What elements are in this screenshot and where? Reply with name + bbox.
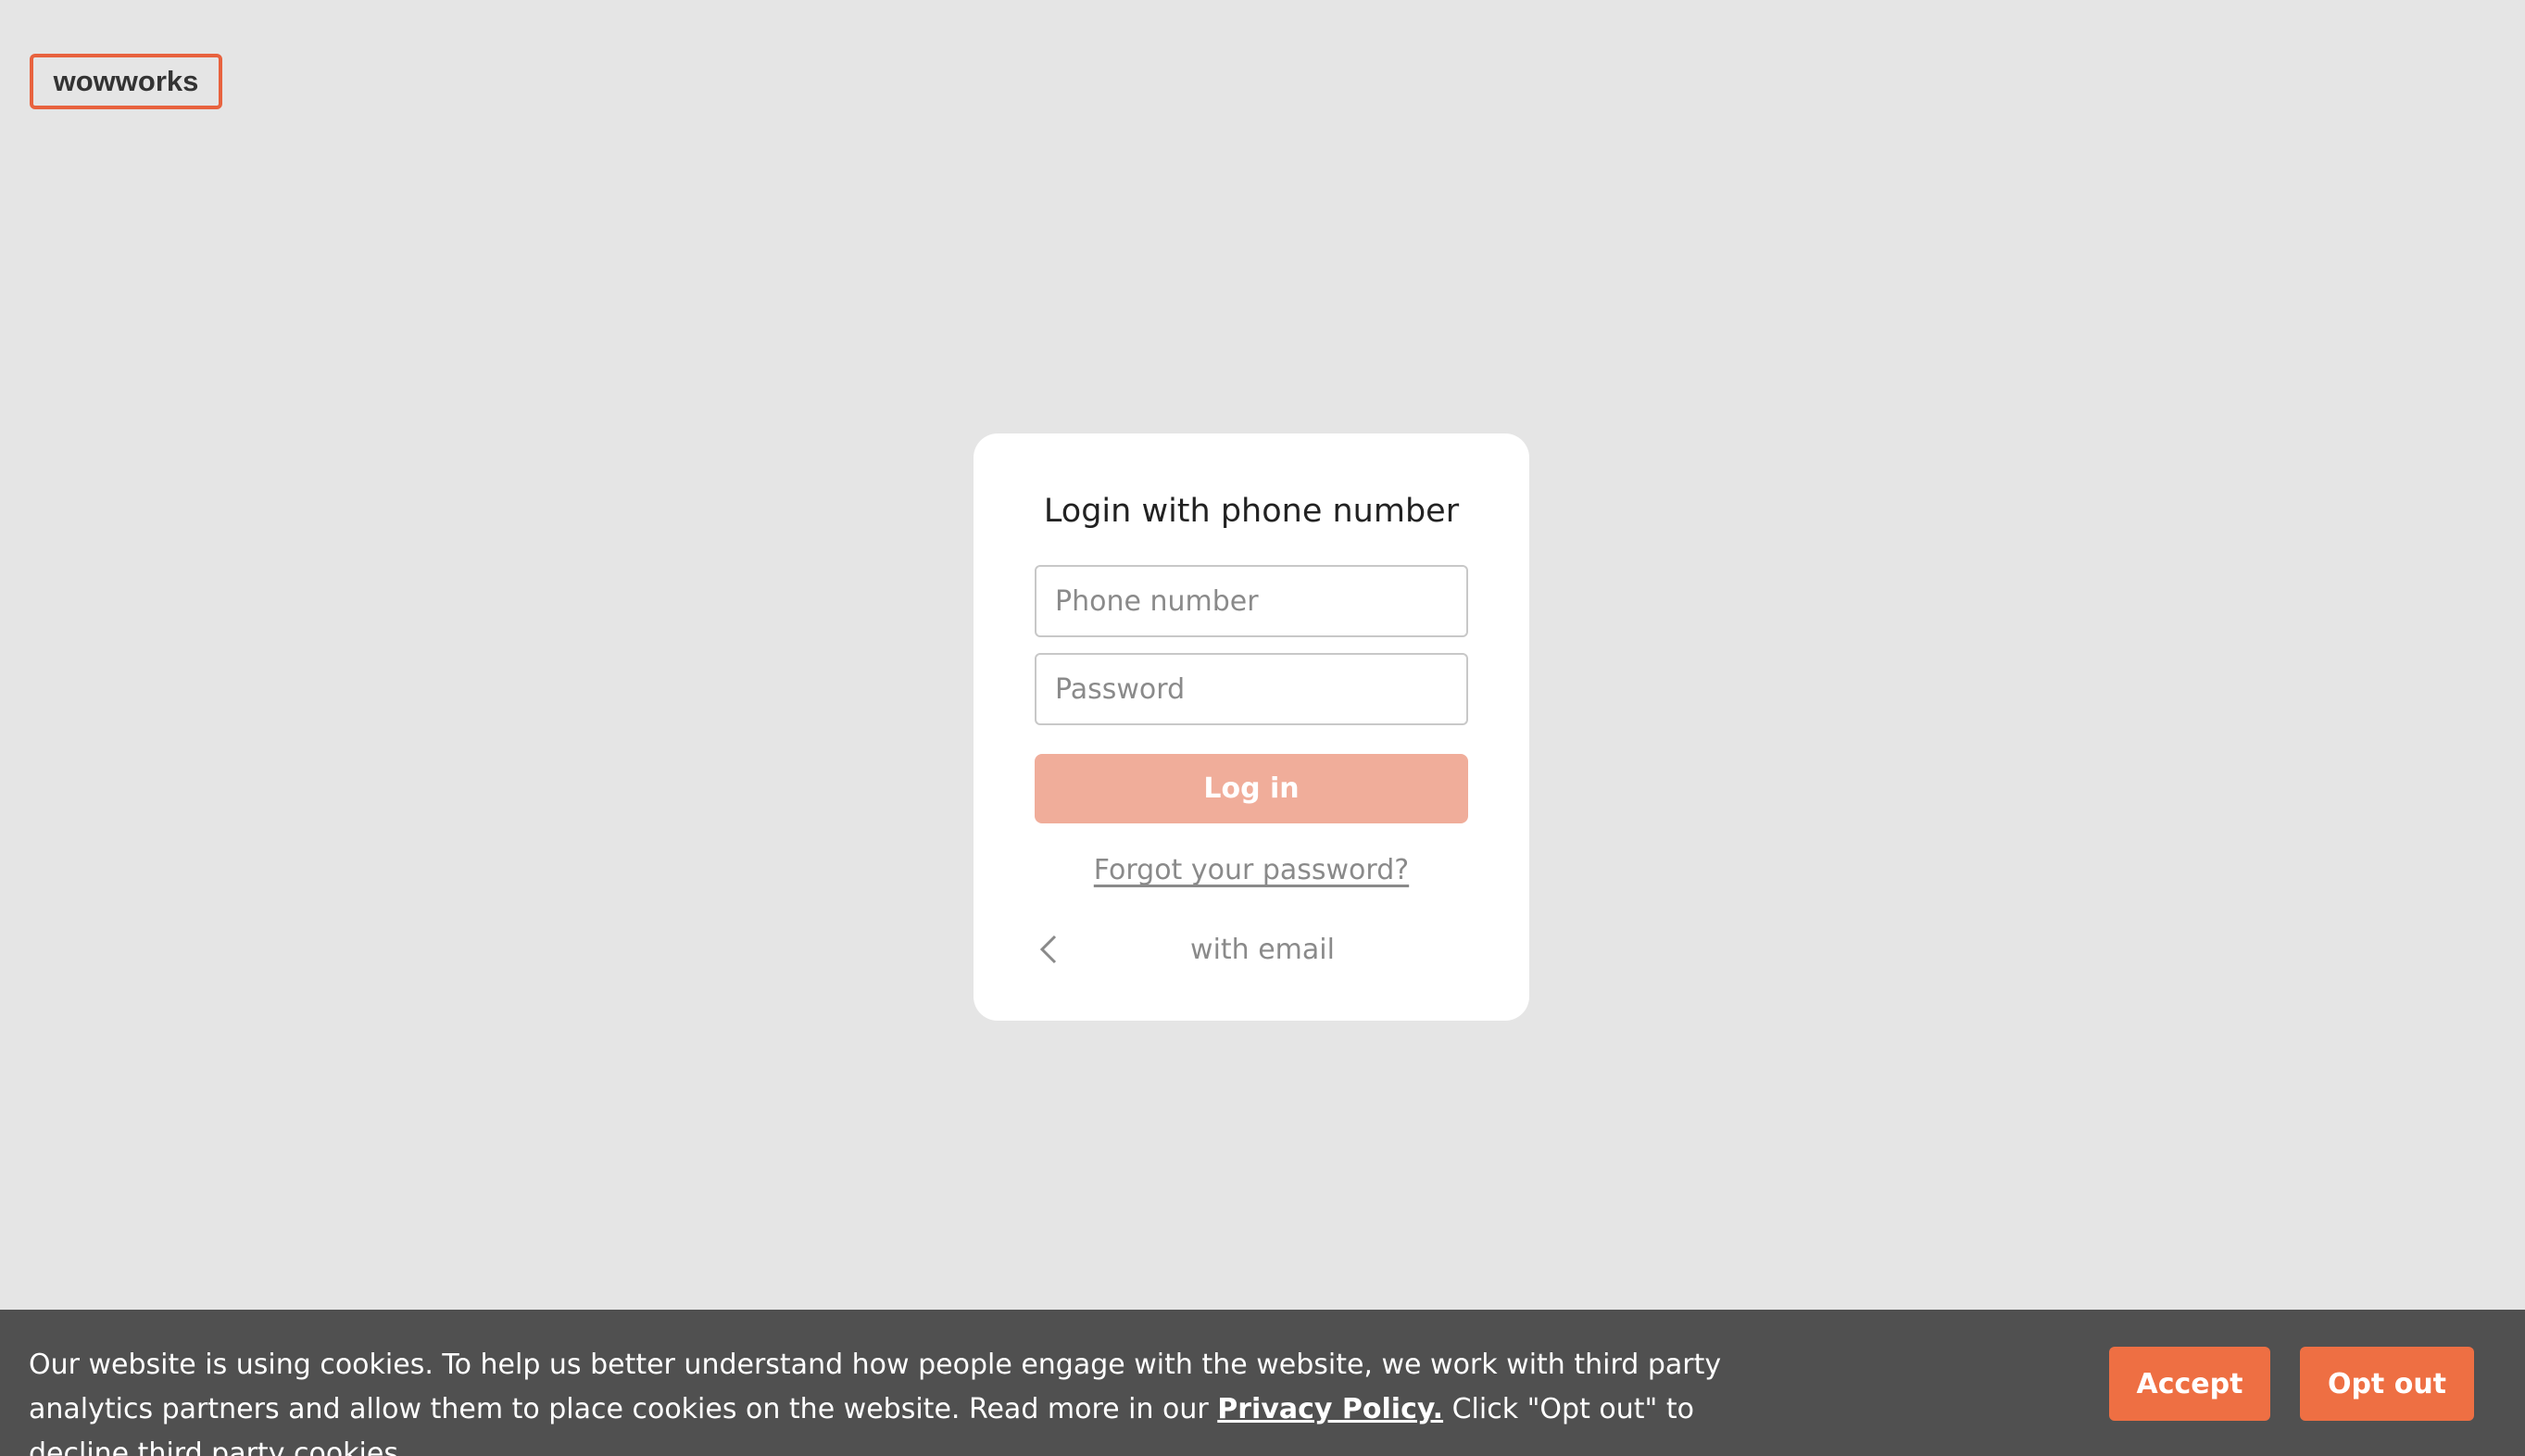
- opt-out-cookies-button[interactable]: Opt out: [2300, 1347, 2474, 1421]
- with-email-label: with email: [1190, 933, 1335, 966]
- password-input[interactable]: [1035, 653, 1468, 725]
- accept-cookies-button[interactable]: Accept: [2109, 1347, 2270, 1421]
- login-with-email-link[interactable]: with email: [1035, 926, 1468, 973]
- login-button[interactable]: Log in: [1035, 754, 1468, 823]
- cookie-message: Our website is using cookies. To help us…: [29, 1343, 1789, 1456]
- cookie-banner: Our website is using cookies. To help us…: [0, 1310, 2525, 1456]
- login-card: Login with phone number Log in Forgot yo…: [974, 433, 1529, 1021]
- login-page: wowworks Login with phone number Log in …: [0, 0, 2525, 1456]
- wowworks-logo[interactable]: wowworks: [30, 54, 222, 109]
- privacy-policy-link[interactable]: Privacy Policy.: [1217, 1393, 1443, 1425]
- forgot-password-row: Forgot your password?: [974, 854, 1529, 886]
- forgot-password-link[interactable]: Forgot your password?: [1094, 854, 1409, 886]
- phone-number-input[interactable]: [1035, 565, 1468, 637]
- login-title: Login with phone number: [1043, 493, 1460, 530]
